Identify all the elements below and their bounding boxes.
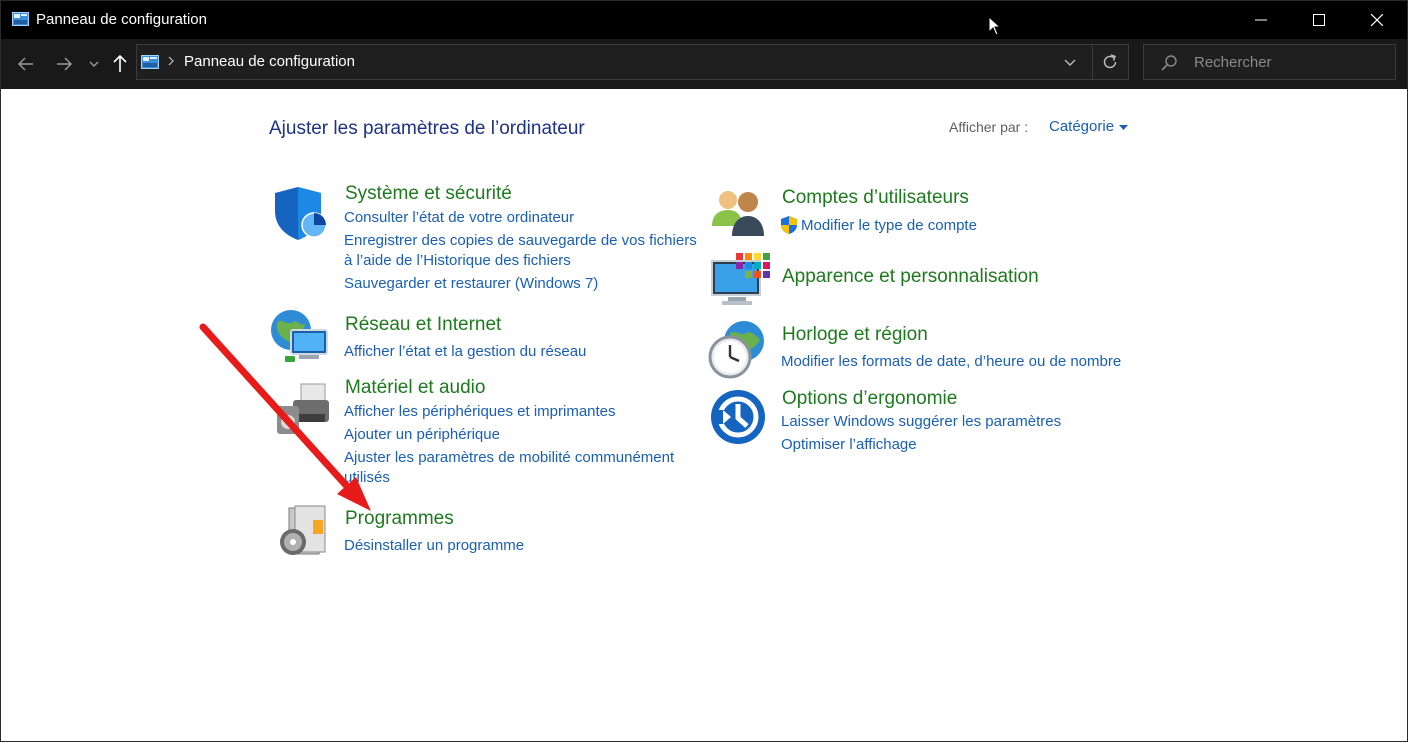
arrow-right-icon [57,57,72,71]
link-file-history[interactable]: Enregistrer des copies de sauvegarde de … [344,231,697,251]
category-user-accounts[interactable]: Comptes d’utilisateurs [782,187,969,209]
printer-icon[interactable] [271,380,333,440]
search-placeholder[interactable]: Rechercher [1194,54,1272,71]
mouse-cursor-icon [988,16,1002,36]
link-uninstall-program[interactable]: Désinstaller un programme [344,536,524,556]
close-icon [1371,14,1383,26]
category-programs[interactable]: Programmes [345,508,454,530]
address-bar[interactable]: Panneau de configuration [136,44,1129,80]
address-divider [1092,45,1093,79]
view-by-label: Afficher par : [949,119,1029,135]
maximize-button[interactable] [1290,1,1348,39]
view-by-dropdown[interactable]: Catégorie [1049,118,1114,135]
link-file-history-cont[interactable]: à l’aide de l’Historique des fichiers [344,251,571,271]
category-appearance-personalization[interactable]: Apparence et personnalisation [782,266,1039,288]
appearance-icon[interactable] [710,251,770,309]
shield-icon[interactable] [271,184,329,242]
address-path[interactable]: Panneau de configuration [184,53,355,70]
link-backup-restore[interactable]: Sauvegarder et restaurer (Windows 7) [344,274,598,294]
clock-region-icon[interactable] [706,319,768,381]
link-date-time-formats[interactable]: Modifier les formats de date, d’heure ou… [781,352,1121,372]
chevron-down-icon [89,61,99,67]
minimize-icon [1255,19,1267,21]
link-devices-printers[interactable]: Afficher les périphériques et imprimante… [344,402,616,422]
maximize-icon [1313,14,1325,26]
search-icon [1161,55,1177,71]
window-title: Panneau de configuration [36,11,207,28]
chevron-right-icon [168,56,174,66]
category-ease-of-access[interactable]: Options d’ergonomie [782,388,957,410]
refresh-icon[interactable] [1101,53,1119,71]
back-button[interactable] [13,51,39,77]
arrow-up-icon [113,55,127,72]
category-system-security[interactable]: Système et sécurité [345,183,512,205]
uac-shield-icon [781,216,797,234]
link-mobility-settings[interactable]: Ajuster les paramètres de mobilité commu… [344,448,674,468]
category-network-internet[interactable]: Réseau et Internet [345,314,501,336]
ease-of-access-icon[interactable] [709,388,767,446]
category-hardware-sound[interactable]: Matériel et audio [345,377,485,399]
navigation-bar: Panneau de configuration Rechercher [1,39,1407,89]
link-add-device[interactable]: Ajouter un périphérique [344,425,500,445]
user-accounts-icon[interactable] [710,186,768,238]
control-panel-icon [12,12,29,26]
arrow-left-icon [18,57,33,71]
caret-down-icon[interactable] [1119,125,1128,130]
programs-icon[interactable] [277,504,327,560]
recent-locations-button[interactable] [86,51,102,77]
control-panel-window: Panneau de configuration Panneau de conf… [0,0,1408,742]
link-windows-suggest-settings[interactable]: Laisser Windows suggérer les paramètres [781,412,1061,432]
minimize-button[interactable] [1232,1,1290,39]
search-box[interactable]: Rechercher [1143,44,1396,80]
link-mobility-settings-cont[interactable]: utilisés [344,468,390,488]
up-button[interactable] [109,51,131,77]
link-check-computer-status[interactable]: Consulter l’état de votre ordinateur [344,208,574,228]
close-button[interactable] [1348,1,1406,39]
annotation-arrow [199,323,371,511]
chevron-down-icon[interactable] [1063,55,1077,69]
link-network-status[interactable]: Afficher l’état et la gestion du réseau [344,342,586,362]
page-title: Ajuster les paramètres de l’ordinateur [269,118,585,139]
link-optimize-display[interactable]: Optimiser l’affichage [781,435,917,455]
control-panel-icon [141,55,159,69]
link-change-account-type[interactable]: Modifier le type de compte [801,216,977,236]
forward-button[interactable] [51,51,77,77]
title-bar: Panneau de configuration [1,1,1407,39]
category-clock-region[interactable]: Horloge et région [782,324,928,346]
network-icon[interactable] [269,308,333,368]
